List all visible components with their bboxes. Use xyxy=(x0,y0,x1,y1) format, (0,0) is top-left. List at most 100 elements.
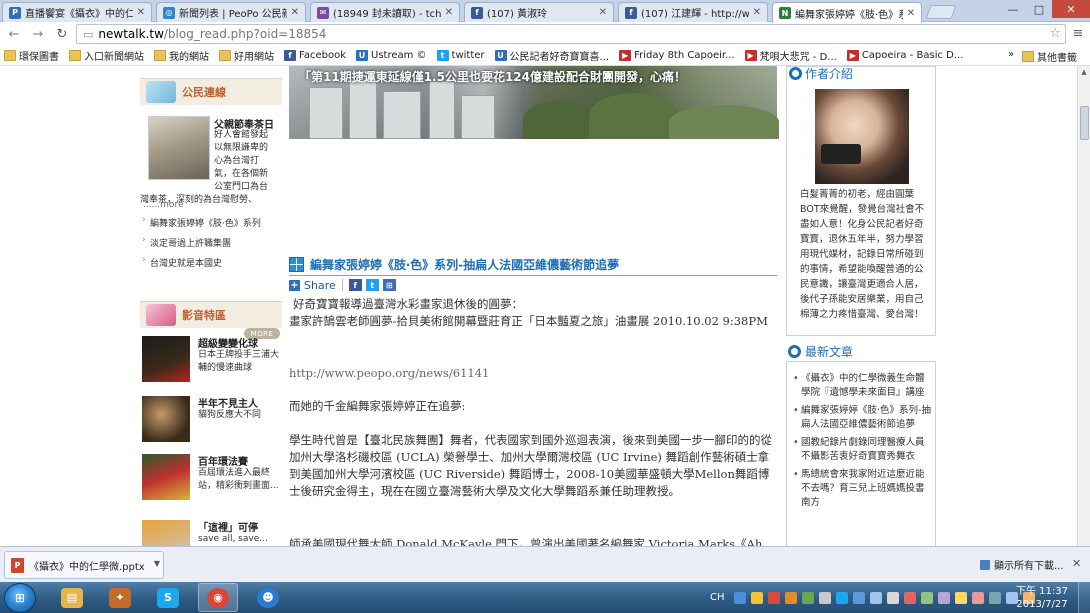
flag-icon[interactable] xyxy=(818,591,831,604)
system-tray: CH xyxy=(710,582,1035,613)
author-avatar[interactable] xyxy=(815,89,909,184)
article-link[interactable]: http://www.peopo.org/news/61141 xyxy=(289,365,777,382)
tray-icon[interactable] xyxy=(971,591,984,604)
close-icon[interactable]: ✕ xyxy=(599,7,607,18)
taskbar-app[interactable]: ▤ xyxy=(52,583,92,612)
address-bar[interactable]: ▭ newtalk.tw/blog_read.php?oid=18854 ☆ xyxy=(76,24,1066,44)
video-title[interactable]: 半年不見主人 xyxy=(198,395,258,410)
hero-caption[interactable]: 「第11期捷運東延線僅1.5公里也要花124億建設配合財團開發，心痛！ xyxy=(299,68,686,85)
video-item[interactable]: 超級變變化球 日本王牌投手三浦大輔的慢速曲球 xyxy=(140,333,282,385)
security-icon[interactable] xyxy=(903,591,916,604)
list-item[interactable]: 編舞家張婷婷《肢‧色》系列-抽扁人法國亞維儂藝術節追夢 xyxy=(793,404,933,432)
video-thumbnail[interactable] xyxy=(142,336,190,382)
bookmark-item[interactable]: t twitter xyxy=(436,50,485,61)
antivirus-icon[interactable] xyxy=(767,591,780,604)
video-title[interactable]: 超級變變化球 xyxy=(198,335,258,350)
video-thumbnail[interactable] xyxy=(142,396,190,442)
plurk-icon[interactable]: ⊞ xyxy=(382,279,396,291)
bookmark-label: 梵唄大悲咒 - D... xyxy=(759,52,837,63)
facebook-icon[interactable]: f xyxy=(348,279,362,291)
bookmark-item[interactable]: 入口新聞網站 xyxy=(69,48,144,63)
close-icon[interactable]: ✕ xyxy=(291,7,299,18)
other-bookmarks[interactable]: 其他書籤 xyxy=(1022,46,1077,66)
list-item[interactable]: 國教紀錄片劇錄同理醫療人員不攝影苦衷好奇寶寶秀舞衣 xyxy=(793,436,933,464)
browser-tab[interactable]: ✉ (18949 封未讀取) - tchan ✕ xyxy=(310,2,460,22)
start-button[interactable]: ⊞ xyxy=(4,583,36,613)
volume-icon[interactable] xyxy=(869,591,882,604)
video-title[interactable]: 百年環法賽 xyxy=(198,453,248,468)
bookmark-item[interactable]: 我的網站 xyxy=(154,48,209,63)
taskbar-app-active[interactable]: ◉ xyxy=(198,583,238,612)
taskbar-app[interactable]: ☻ xyxy=(248,583,288,612)
browser-tab[interactable]: f (107) 江建輝 - http://www... ✕ xyxy=(618,2,768,22)
scrollbar-thumb[interactable] xyxy=(1080,106,1089,140)
bookmark-item[interactable]: ▶ Friday 8th Capoeir... xyxy=(619,50,735,61)
show-all-downloads[interactable]: 顯示所有下載... xyxy=(980,557,1064,572)
close-icon[interactable]: ✕ xyxy=(907,8,915,19)
tray-icon[interactable] xyxy=(937,591,950,604)
browser-tab-active[interactable]: N 編舞家張婷婷《肢‧色》系... ✕ xyxy=(772,2,922,23)
close-download-bar[interactable]: ✕ xyxy=(1072,557,1081,570)
bookmark-item[interactable]: U Ustream © xyxy=(356,50,427,61)
keyboard-icon[interactable] xyxy=(733,591,746,604)
show-all-label: 顯示所有下載... xyxy=(994,561,1064,572)
bookmark-item[interactable]: U 公民記者好奇寶寶喜... xyxy=(494,48,609,63)
vertical-scrollbar[interactable]: ▲ xyxy=(1077,66,1090,546)
download-item[interactable]: P 《攝衣》中的仁學微.pptx ▼ xyxy=(4,551,164,579)
camera-shape xyxy=(821,144,861,164)
tray-icon[interactable] xyxy=(988,591,1001,604)
network-icon[interactable] xyxy=(852,591,865,604)
chevron-down-icon[interactable]: ▼ xyxy=(154,559,160,568)
share-button[interactable]: Share xyxy=(304,279,336,292)
video-item[interactable]: 百年環法賽 百屆環法進入最終站，精彩衝刺畫面... xyxy=(140,451,282,503)
power-icon[interactable] xyxy=(886,591,899,604)
bookmarks-overflow-button[interactable]: » xyxy=(1008,49,1014,60)
minimize-button[interactable]: — xyxy=(1000,0,1026,18)
twitter-icon[interactable]: t xyxy=(365,279,379,291)
close-icon[interactable]: ✕ xyxy=(137,7,145,18)
browser-tab[interactable]: f (107) 黃淑玲 ✕ xyxy=(464,2,614,22)
browser-tab[interactable]: ◎ 新聞列表 | PeoPo 公民新... ✕ xyxy=(156,2,306,22)
show-desktop-button[interactable] xyxy=(1078,582,1090,613)
battery-icon[interactable] xyxy=(920,591,933,604)
video-thumbnail[interactable] xyxy=(142,520,190,546)
ime-icon[interactable] xyxy=(750,591,763,604)
close-icon[interactable]: ✕ xyxy=(445,7,453,18)
taskbar-app[interactable]: ✦ xyxy=(100,583,140,612)
bookmark-item[interactable]: 環保圖書 xyxy=(4,48,59,63)
more-link[interactable]: ......more xyxy=(143,200,183,210)
bookmark-item[interactable]: 好用網站 xyxy=(219,48,274,63)
video-title[interactable]: 「這裡」可停 xyxy=(198,519,258,534)
language-indicator[interactable]: CH xyxy=(710,592,725,603)
scroll-up-icon[interactable]: ▲ xyxy=(1078,66,1090,79)
bookmark-item[interactable]: f Facebook xyxy=(284,50,346,61)
sync-icon[interactable] xyxy=(801,591,814,604)
bookmark-item[interactable]: ▶ 梵唄大悲咒 - D... xyxy=(744,48,837,63)
video-item[interactable]: 「這裡」可停 save all, save... xyxy=(140,517,282,546)
browser-tab[interactable]: P 直播饗宴《攝衣》中的仁... ✕ xyxy=(2,2,152,22)
list-item[interactable]: 台灣史就是本國史 xyxy=(140,255,282,269)
list-item[interactable]: 淡定哥過上許職集團 xyxy=(140,235,282,249)
list-item[interactable]: 馬總統會來我家附近這麼近能不去嗎？育三兒上班媽媽投書南方 xyxy=(793,468,933,510)
list-item[interactable]: 《攝衣》中的仁學微義生命體學院『遺憾學未來面目』講座 xyxy=(793,372,933,400)
skype-tray-icon[interactable] xyxy=(835,591,848,604)
bookmark-item[interactable]: ▶ Capoeira - Basic D... xyxy=(846,50,963,61)
video-thumbnail[interactable] xyxy=(142,454,190,500)
tree-shape xyxy=(523,101,593,139)
forward-icon[interactable]: → xyxy=(28,24,48,44)
taskbar-app[interactable]: S xyxy=(148,583,188,612)
back-icon[interactable]: ← xyxy=(4,24,24,44)
list-item[interactable]: 編舞家張婷婷《肢‧色》系列 xyxy=(140,215,282,229)
video-item[interactable]: 半年不見主人 貓狗反應大不同 xyxy=(140,393,282,445)
reload-icon[interactable]: ↻ xyxy=(52,24,72,44)
update-icon[interactable] xyxy=(784,591,797,604)
tray-icon[interactable] xyxy=(954,591,967,604)
share-plus-icon[interactable]: + xyxy=(289,279,300,291)
close-window-button[interactable]: ✕ xyxy=(1052,0,1090,18)
menu-icon[interactable]: ≡ xyxy=(1070,25,1086,41)
maximize-button[interactable]: □ xyxy=(1026,0,1052,18)
system-clock[interactable]: 下午 11:37 2013/7/27 xyxy=(1016,585,1068,611)
star-icon[interactable]: ☆ xyxy=(1049,26,1061,41)
new-tab-button[interactable] xyxy=(925,5,957,19)
close-icon[interactable]: ✕ xyxy=(753,7,761,18)
